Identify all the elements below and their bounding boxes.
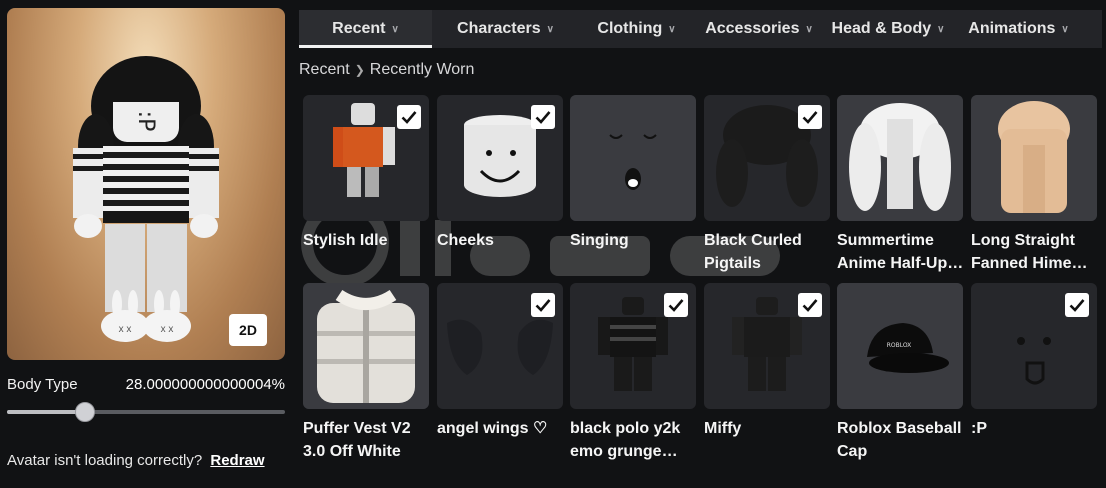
tab-clothing[interactable]: Clothing ∨ (579, 10, 694, 48)
breadcrumb: Recent ❯ Recently Worn (299, 61, 474, 79)
item-card[interactable]: black polo y2k emo grunge outfit (570, 283, 697, 463)
slider-fill (7, 410, 85, 414)
item-name[interactable]: Puffer Vest V2 3.0 Off White (303, 417, 430, 463)
item-thumbnail[interactable] (437, 283, 563, 409)
hair-icon (971, 95, 1097, 221)
tab-label: Clothing (597, 20, 663, 37)
chevron-down-icon: ∨ (805, 23, 813, 35)
item-thumbnail[interactable]: ROBLOX (837, 283, 963, 409)
item-name[interactable]: Long Straight Fanned Hime Cut (971, 229, 1098, 275)
avatar-figure-icon: :P x x x x (73, 56, 219, 342)
item-thumbnail[interactable] (570, 283, 696, 409)
chevron-down-icon: ∨ (391, 23, 399, 35)
svg-text:x x: x x (161, 324, 174, 335)
item-card[interactable]: Summertime Anime Half-Up Pigtails (837, 95, 964, 275)
tab-label: Animations (968, 20, 1056, 37)
item-thumbnail[interactable] (837, 95, 963, 221)
item-card[interactable]: Stylish Idle (303, 95, 430, 252)
item-name[interactable]: Stylish Idle (303, 229, 430, 252)
item-thumbnail[interactable] (704, 283, 830, 409)
body-type-value: 28.000000000000004% (125, 376, 285, 393)
item-thumbnail[interactable] (704, 95, 830, 221)
checkmark-icon[interactable] (1065, 293, 1089, 317)
item-card[interactable]: ROBLOX Roblox Baseball Cap (837, 283, 964, 463)
svg-text::P: :P (133, 111, 158, 132)
checkmark-icon[interactable] (397, 105, 421, 129)
slider-thumb[interactable] (74, 402, 95, 422)
item-name[interactable]: :P (971, 417, 1098, 440)
item-name[interactable]: black polo y2k emo grunge outfit (570, 417, 697, 463)
item-name[interactable]: Summertime Anime Half-Up Pigtails (837, 229, 964, 275)
item-thumbnail[interactable] (971, 95, 1097, 221)
loading-prompt-text: Avatar isn't loading correctly? (7, 452, 203, 469)
tab-label: Recent (332, 20, 386, 37)
chevron-down-icon: ∨ (668, 23, 676, 35)
checkmark-icon[interactable] (798, 293, 822, 317)
redraw-link[interactable]: Redraw (210, 452, 264, 469)
face-icon (570, 95, 696, 221)
vest-icon (303, 283, 429, 409)
tab-recent[interactable]: Recent ∨ (299, 10, 432, 48)
item-thumbnail[interactable] (437, 95, 563, 221)
cap-brand-text: ROBLOX (887, 342, 912, 349)
item-name[interactable]: Singing (570, 229, 697, 252)
item-card[interactable]: Miffy (704, 283, 831, 440)
tab-characters[interactable]: Characters ∨ (432, 10, 579, 48)
checkmark-icon[interactable] (531, 293, 555, 317)
item-name[interactable]: Black Curled Pigtails (704, 229, 831, 275)
item-card[interactable]: angel wings ♡ (437, 283, 564, 440)
chevron-down-icon: ∨ (1061, 23, 1069, 35)
chevron-right-icon: ❯ (354, 63, 365, 77)
item-thumbnail[interactable] (570, 95, 696, 221)
item-name[interactable]: angel wings ♡ (437, 417, 564, 440)
tab-label: Head & Body (831, 20, 932, 37)
body-type-row: Body Type 28.000000000000004% (7, 376, 285, 393)
checkmark-icon[interactable] (531, 105, 555, 129)
view-2d-toggle-button[interactable]: 2D (229, 314, 267, 346)
item-card[interactable]: Black Curled Pigtails (704, 95, 831, 275)
cap-icon: ROBLOX (837, 283, 963, 409)
item-thumbnail[interactable] (971, 283, 1097, 409)
tab-animations[interactable]: Animations ∨ (952, 10, 1085, 48)
redraw-row: Avatar isn't loading correctly? Redraw (7, 452, 265, 469)
hair-icon (837, 95, 963, 221)
svg-text:x x: x x (119, 324, 132, 335)
tab-label: Characters (457, 20, 541, 37)
item-card[interactable]: :P (971, 283, 1098, 440)
category-tabs: Recent ∨ Characters ∨ Clothing ∨ Accessories ∨ H… (299, 10, 1102, 48)
item-card[interactable]: Cheeks (437, 95, 564, 252)
item-thumbnail[interactable] (303, 95, 429, 221)
tab-label: Accessories (705, 20, 800, 37)
item-name[interactable]: Roblox Baseball Cap (837, 417, 964, 463)
item-thumbnail[interactable] (303, 283, 429, 409)
chevron-down-icon: ∨ (937, 23, 945, 35)
item-name[interactable]: Cheeks (437, 229, 564, 252)
tab-accessories[interactable]: Accessories ∨ (694, 10, 824, 48)
item-name[interactable]: Miffy (704, 417, 831, 440)
checkmark-icon[interactable] (798, 105, 822, 129)
item-card[interactable]: Long Straight Fanned Hime Cut (971, 95, 1098, 275)
breadcrumb-root[interactable]: Recent (299, 61, 350, 79)
chevron-down-icon: ∨ (546, 23, 554, 35)
checkmark-icon[interactable] (664, 293, 688, 317)
breadcrumb-current: Recently Worn (369, 61, 475, 78)
avatar-preview[interactable]: :P x x x x 2D (7, 8, 285, 360)
item-card[interactable]: Puffer Vest V2 3.0 Off White (303, 283, 430, 463)
body-type-label: Body Type (7, 376, 78, 393)
item-card[interactable]: Singing (570, 95, 697, 252)
body-type-slider[interactable] (7, 401, 285, 423)
tab-head-body[interactable]: Head & Body ∨ (824, 10, 952, 48)
